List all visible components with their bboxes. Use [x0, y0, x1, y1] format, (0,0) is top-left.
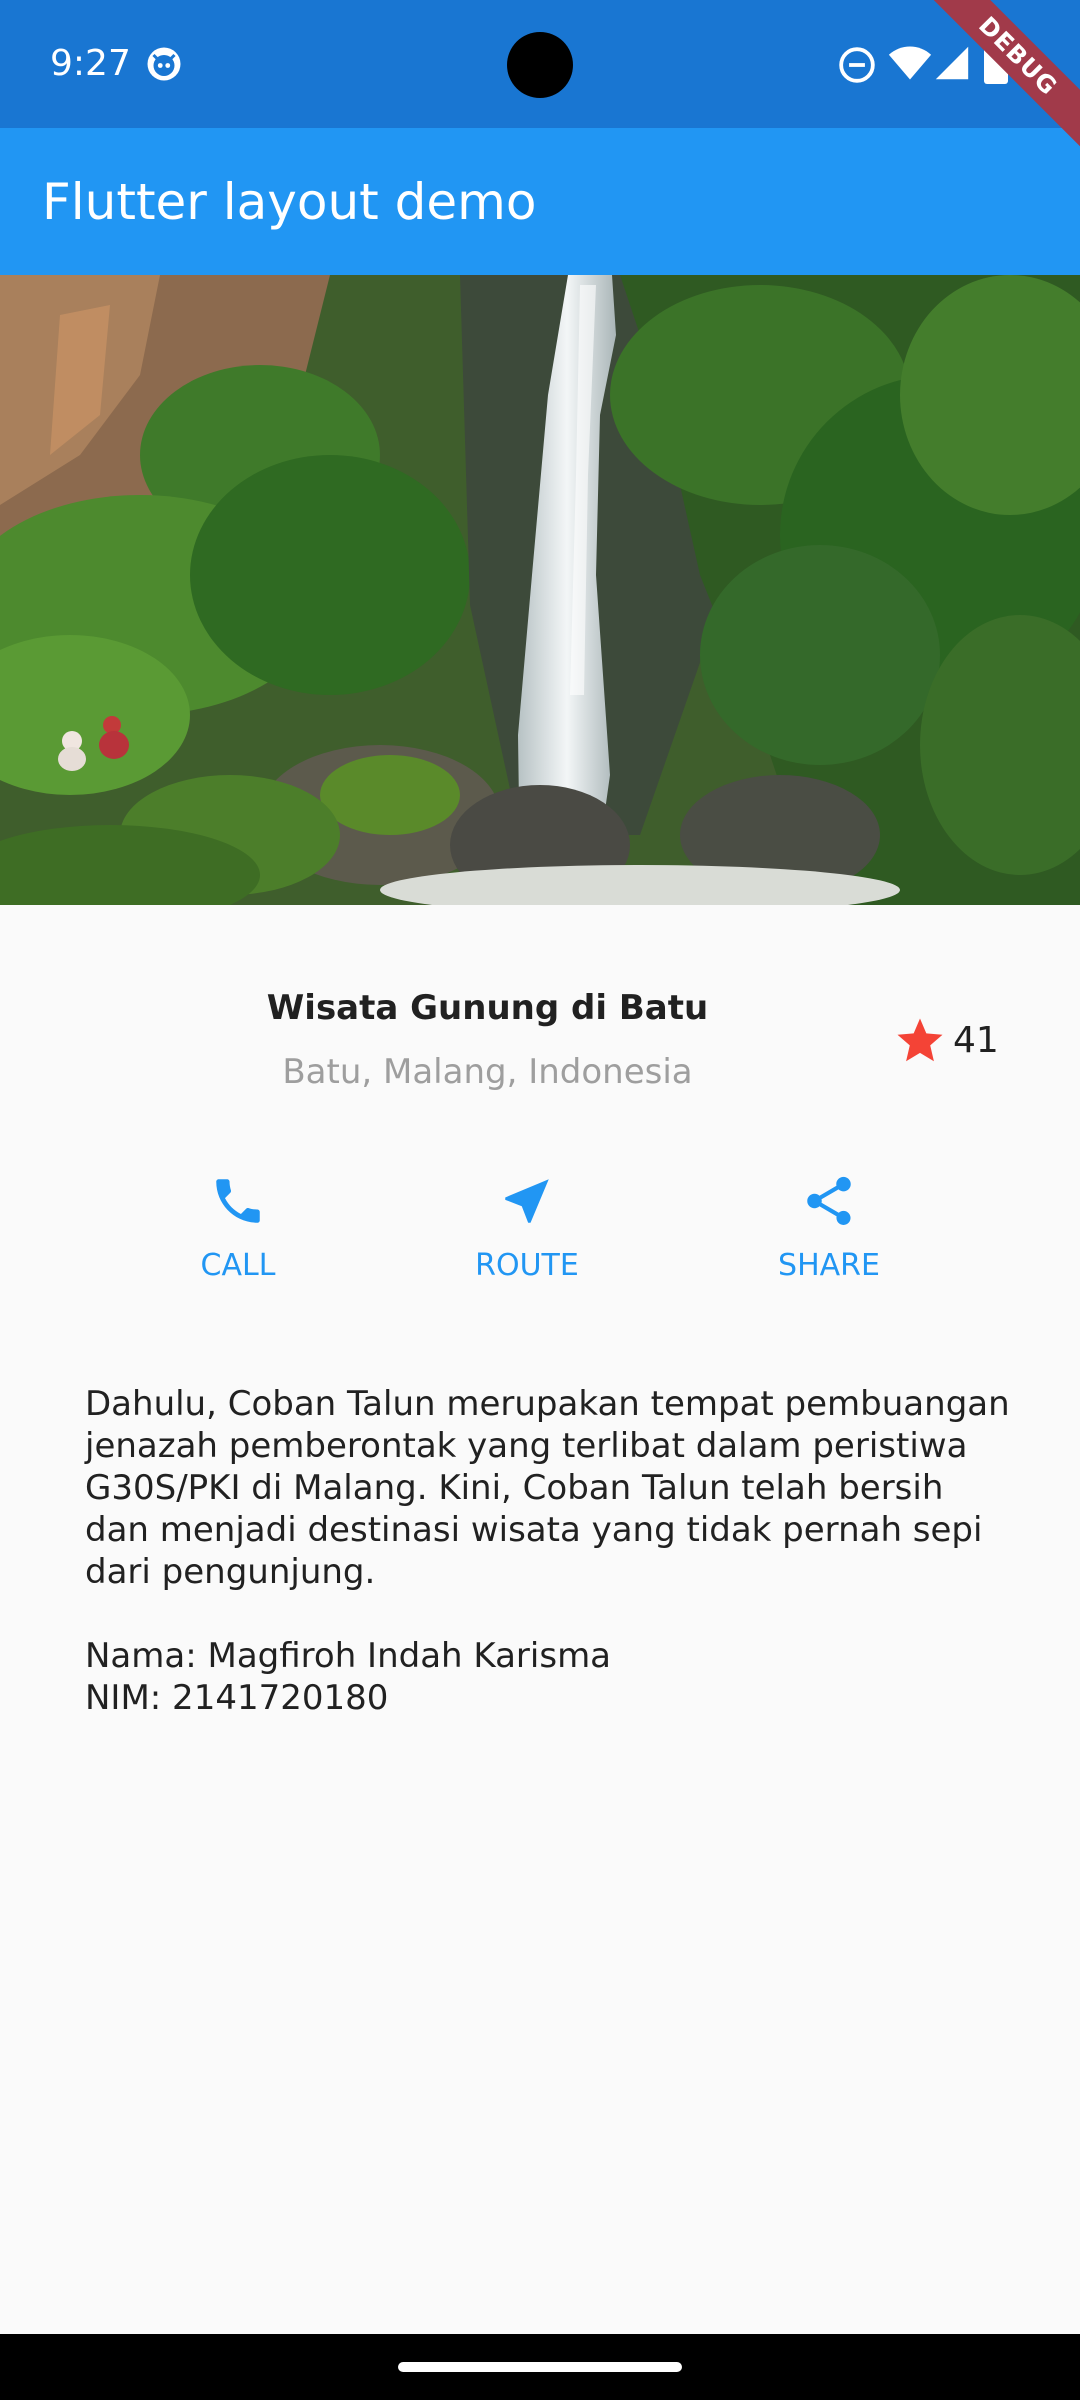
share-label: SHARE [778, 1248, 880, 1283]
description-text: Dahulu, Coban Talun merupakan tempat pem… [85, 1384, 1010, 1718]
route-label: ROUTE [475, 1248, 579, 1283]
wifi-icon [888, 46, 932, 80]
home-gesture-handle[interactable] [398, 2362, 682, 2372]
near-me-icon [505, 1179, 549, 1223]
camera-cutout [507, 32, 573, 98]
status-bar: 9:27 [0, 0, 1080, 128]
do-not-disturb-icon [839, 47, 875, 83]
place-location: Batu, Malang, Indonesia [282, 1052, 693, 1092]
cellular-signal-icon [935, 46, 969, 80]
route-button[interactable]: ROUTE [427, 1172, 627, 1312]
navigation-bar [0, 2334, 1080, 2400]
place-name: Wisata Gunung di Batu [266, 988, 709, 1028]
phone-icon [216, 1179, 260, 1223]
share-button[interactable]: SHARE [729, 1172, 929, 1312]
rating-count: 41 [953, 1020, 999, 1061]
app-bar: Flutter layout demo [0, 128, 1080, 275]
status-time: 9:27 [50, 43, 131, 84]
star-icon[interactable] [893, 1014, 947, 1068]
hero-image-waterfall [0, 275, 1080, 905]
share-icon [807, 1176, 851, 1225]
app-notification-icon [147, 47, 181, 81]
app-bar-title: Flutter layout demo [42, 173, 537, 231]
call-label: CALL [200, 1248, 276, 1283]
call-button[interactable]: CALL [138, 1172, 338, 1312]
